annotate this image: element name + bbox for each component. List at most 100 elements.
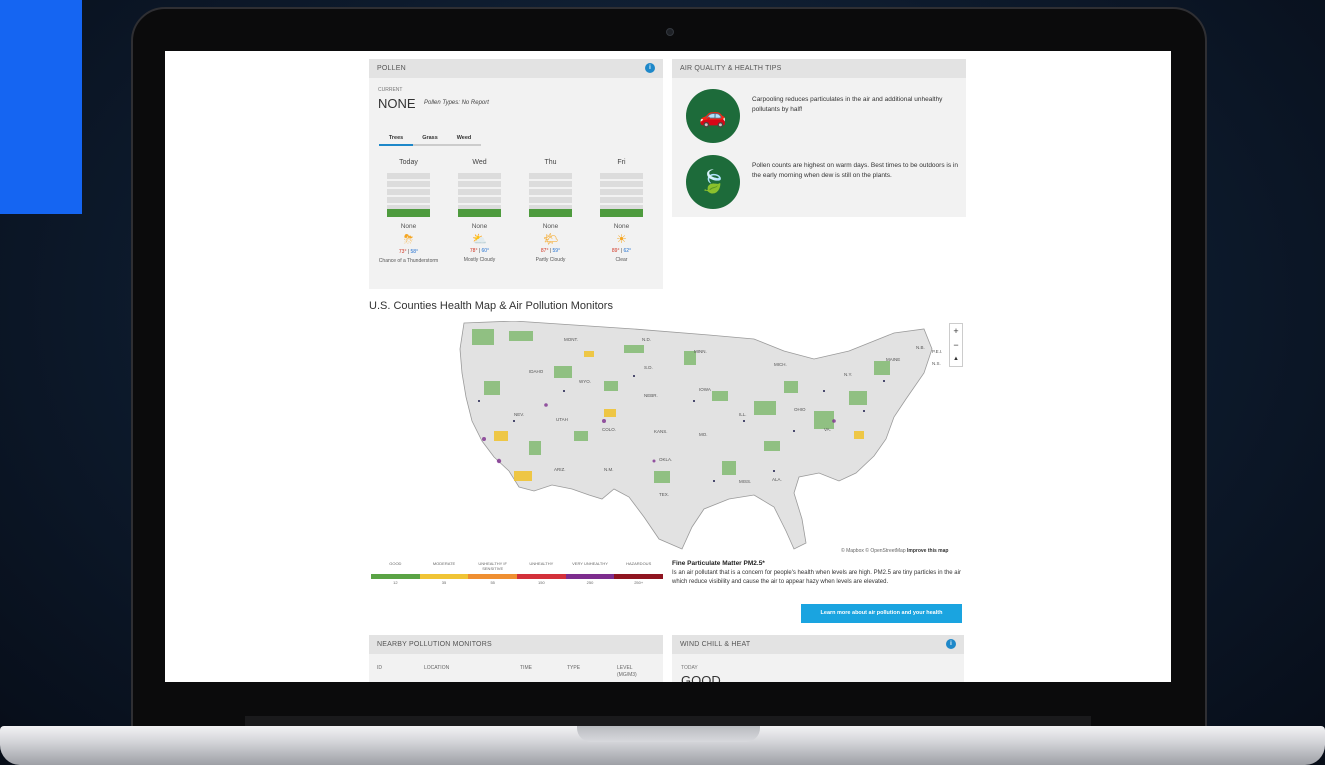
svg-text:MO.: MO. bbox=[699, 432, 708, 437]
column-id[interactable]: ID bbox=[377, 665, 382, 671]
legend-value: 150 bbox=[538, 580, 545, 585]
thunderstorm-icon: ⛈ bbox=[403, 232, 414, 246]
svg-text:MINN.: MINN. bbox=[694, 349, 707, 354]
pollen-tabs: Trees Grass Weed bbox=[379, 135, 481, 146]
tab-grass[interactable]: Grass bbox=[413, 135, 447, 146]
day-level: None bbox=[542, 223, 559, 230]
legend-labels: GOOD MODERATE UNHEALTHY IF SENSITIVE UNH… bbox=[371, 561, 663, 571]
tab-trees[interactable]: Trees bbox=[379, 135, 413, 146]
legend-swatch bbox=[419, 574, 469, 579]
tab-weed[interactable]: Weed bbox=[447, 135, 481, 146]
legend-label: GOOD bbox=[389, 561, 402, 566]
cloud-sun-icon: ⛅ bbox=[472, 232, 487, 246]
tip-item: 🍃 Pollen counts are highest on warm days… bbox=[686, 155, 958, 209]
forecast-day: Wed None ⛅ 78° | 60° Mostly Cloudy bbox=[444, 159, 515, 265]
improve-map-link[interactable]: Improve this map bbox=[907, 548, 948, 554]
legend-label: UNHEALTHY IF SENSITIVE bbox=[478, 561, 507, 571]
map-title: U.S. Counties Health Map & Air Pollution… bbox=[369, 300, 613, 312]
day-temps: 78° | 60° bbox=[469, 248, 490, 254]
legend-value: 12 bbox=[393, 580, 398, 585]
legend-color-bar bbox=[371, 574, 664, 579]
column-level[interactable]: LEVEL (MG/M3) bbox=[617, 665, 647, 679]
svg-text:IDAHO: IDAHO bbox=[529, 369, 544, 374]
forecast-days: Today None ⛈ 73° | 58° Chance of a Thund… bbox=[373, 159, 657, 265]
day-condition: Partly Cloudy bbox=[535, 257, 566, 263]
nearby-monitors-panel: NEARBY POLLUTION MONITORS ID LOCATION TI… bbox=[369, 635, 663, 682]
tip-item: 🚗 Carpooling reduces particulates in the… bbox=[686, 89, 958, 143]
legend-swatch bbox=[614, 574, 664, 579]
svg-text:ARIZ.: ARIZ. bbox=[554, 467, 566, 472]
sun-icon: ☀ bbox=[616, 232, 627, 246]
info-icon[interactable]: i bbox=[946, 639, 956, 649]
tips-panel: AIR QUALITY & HEALTH TIPS 🚗 Carpooling r… bbox=[672, 59, 966, 217]
us-map-graphic: MONT. N.D. S.D. MINN. IDAHO WYO. NEBR. I… bbox=[459, 320, 942, 550]
day-condition: Clear bbox=[615, 257, 628, 263]
day-level: None bbox=[613, 223, 630, 230]
screen: POLLEN i CURRENT NONE Pollen Types: No R… bbox=[165, 51, 1171, 682]
svg-text:ILL.: ILL. bbox=[739, 412, 747, 417]
forecast-day: Today None ⛈ 73° | 58° Chance of a Thund… bbox=[373, 159, 444, 265]
day-temps: 87° | 59° bbox=[540, 248, 561, 254]
today-label: TODAY bbox=[681, 665, 698, 671]
svg-text:MONT.: MONT. bbox=[564, 337, 578, 342]
zoom-in-button[interactable]: + bbox=[950, 324, 962, 338]
wind-header: WIND CHILL & HEAT i bbox=[672, 635, 964, 654]
blue-accent-block bbox=[0, 0, 82, 214]
leaf-icon: 🍃 bbox=[686, 155, 740, 209]
svg-text:VA.: VA. bbox=[824, 427, 831, 432]
legend-value: 35 bbox=[441, 580, 447, 585]
pm25-title: Fine Particulate Matter PM2.5* bbox=[672, 560, 765, 567]
legend-label: UNHEALTHY bbox=[529, 561, 554, 566]
svg-text:N.B.: N.B. bbox=[916, 345, 925, 350]
us-health-map[interactable]: MONT. N.D. S.D. MINN. IDAHO WYO. NEBR. I… bbox=[454, 320, 966, 553]
svg-text:N.Y.: N.Y. bbox=[844, 372, 852, 377]
learn-more-button[interactable]: Learn more about air pollution and your … bbox=[801, 604, 962, 623]
column-location[interactable]: LOCATION bbox=[424, 665, 449, 671]
tips-header: AIR QUALITY & HEALTH TIPS bbox=[672, 59, 966, 78]
svg-text:KANS.: KANS. bbox=[654, 429, 668, 434]
day-name: Thu bbox=[544, 159, 557, 166]
camera-icon bbox=[666, 28, 674, 36]
svg-text:IOWA: IOWA bbox=[699, 387, 711, 392]
legend-label: VERY UNHEALTHY bbox=[572, 561, 608, 566]
compass-icon[interactable]: ▲ bbox=[950, 352, 962, 366]
nearby-header: NEARBY POLLUTION MONITORS bbox=[369, 635, 663, 654]
map-zoom-controls: + − ▲ bbox=[949, 323, 963, 367]
day-level: None bbox=[400, 223, 417, 230]
column-time[interactable]: TIME bbox=[520, 665, 532, 671]
svg-text:OHIO: OHIO bbox=[794, 407, 806, 412]
svg-text:OKLA.: OKLA. bbox=[659, 457, 672, 462]
svg-text:P.E.I.: P.E.I. bbox=[932, 349, 942, 354]
legend-swatch bbox=[468, 574, 518, 579]
svg-text:NEV.: NEV. bbox=[514, 412, 524, 417]
info-icon[interactable]: i bbox=[645, 63, 655, 73]
legend-values: 12 35 55 150 250 250+ bbox=[371, 580, 663, 585]
aqi-legend: GOOD MODERATE UNHEALTHY IF SENSITIVE UNH… bbox=[371, 561, 664, 585]
day-temps: 73° | 58° bbox=[398, 249, 419, 255]
pm25-description: Is an air pollutant that is a concern fo… bbox=[672, 570, 961, 585]
column-type[interactable]: TYPE bbox=[567, 665, 580, 671]
svg-text:NEBR.: NEBR. bbox=[644, 393, 658, 398]
legend-swatch bbox=[517, 574, 566, 579]
svg-text:N.D.: N.D. bbox=[642, 337, 651, 342]
map-attribution: © Mapbox © OpenStreetMap Improve this ma… bbox=[841, 548, 948, 554]
wind-value: GOOD bbox=[681, 673, 721, 682]
day-temps: 89° | 62° bbox=[611, 248, 632, 254]
legend-value: 250+ bbox=[634, 580, 644, 585]
legend-label: HAZARDOUS bbox=[626, 561, 652, 566]
wind-chill-panel: WIND CHILL & HEAT i TODAY GOOD bbox=[672, 635, 964, 682]
laptop-notch bbox=[577, 726, 760, 742]
day-level: None bbox=[471, 223, 488, 230]
svg-text:S.D.: S.D. bbox=[644, 365, 653, 370]
legend-value: 250 bbox=[586, 580, 594, 585]
day-name: Fri bbox=[617, 159, 626, 166]
pollen-bar bbox=[387, 173, 430, 217]
pm25-info: Fine Particulate Matter PM2.5* Is an air… bbox=[672, 560, 964, 587]
zoom-out-button[interactable]: − bbox=[950, 338, 962, 352]
svg-text:TEX.: TEX. bbox=[659, 492, 669, 497]
legend-swatch bbox=[565, 574, 615, 579]
attribution-text[interactable]: © Mapbox © OpenStreetMap bbox=[841, 548, 906, 554]
current-value: NONE bbox=[378, 96, 416, 111]
svg-text:WYO.: WYO. bbox=[579, 379, 591, 384]
legend-label: MODERATE bbox=[432, 561, 456, 566]
